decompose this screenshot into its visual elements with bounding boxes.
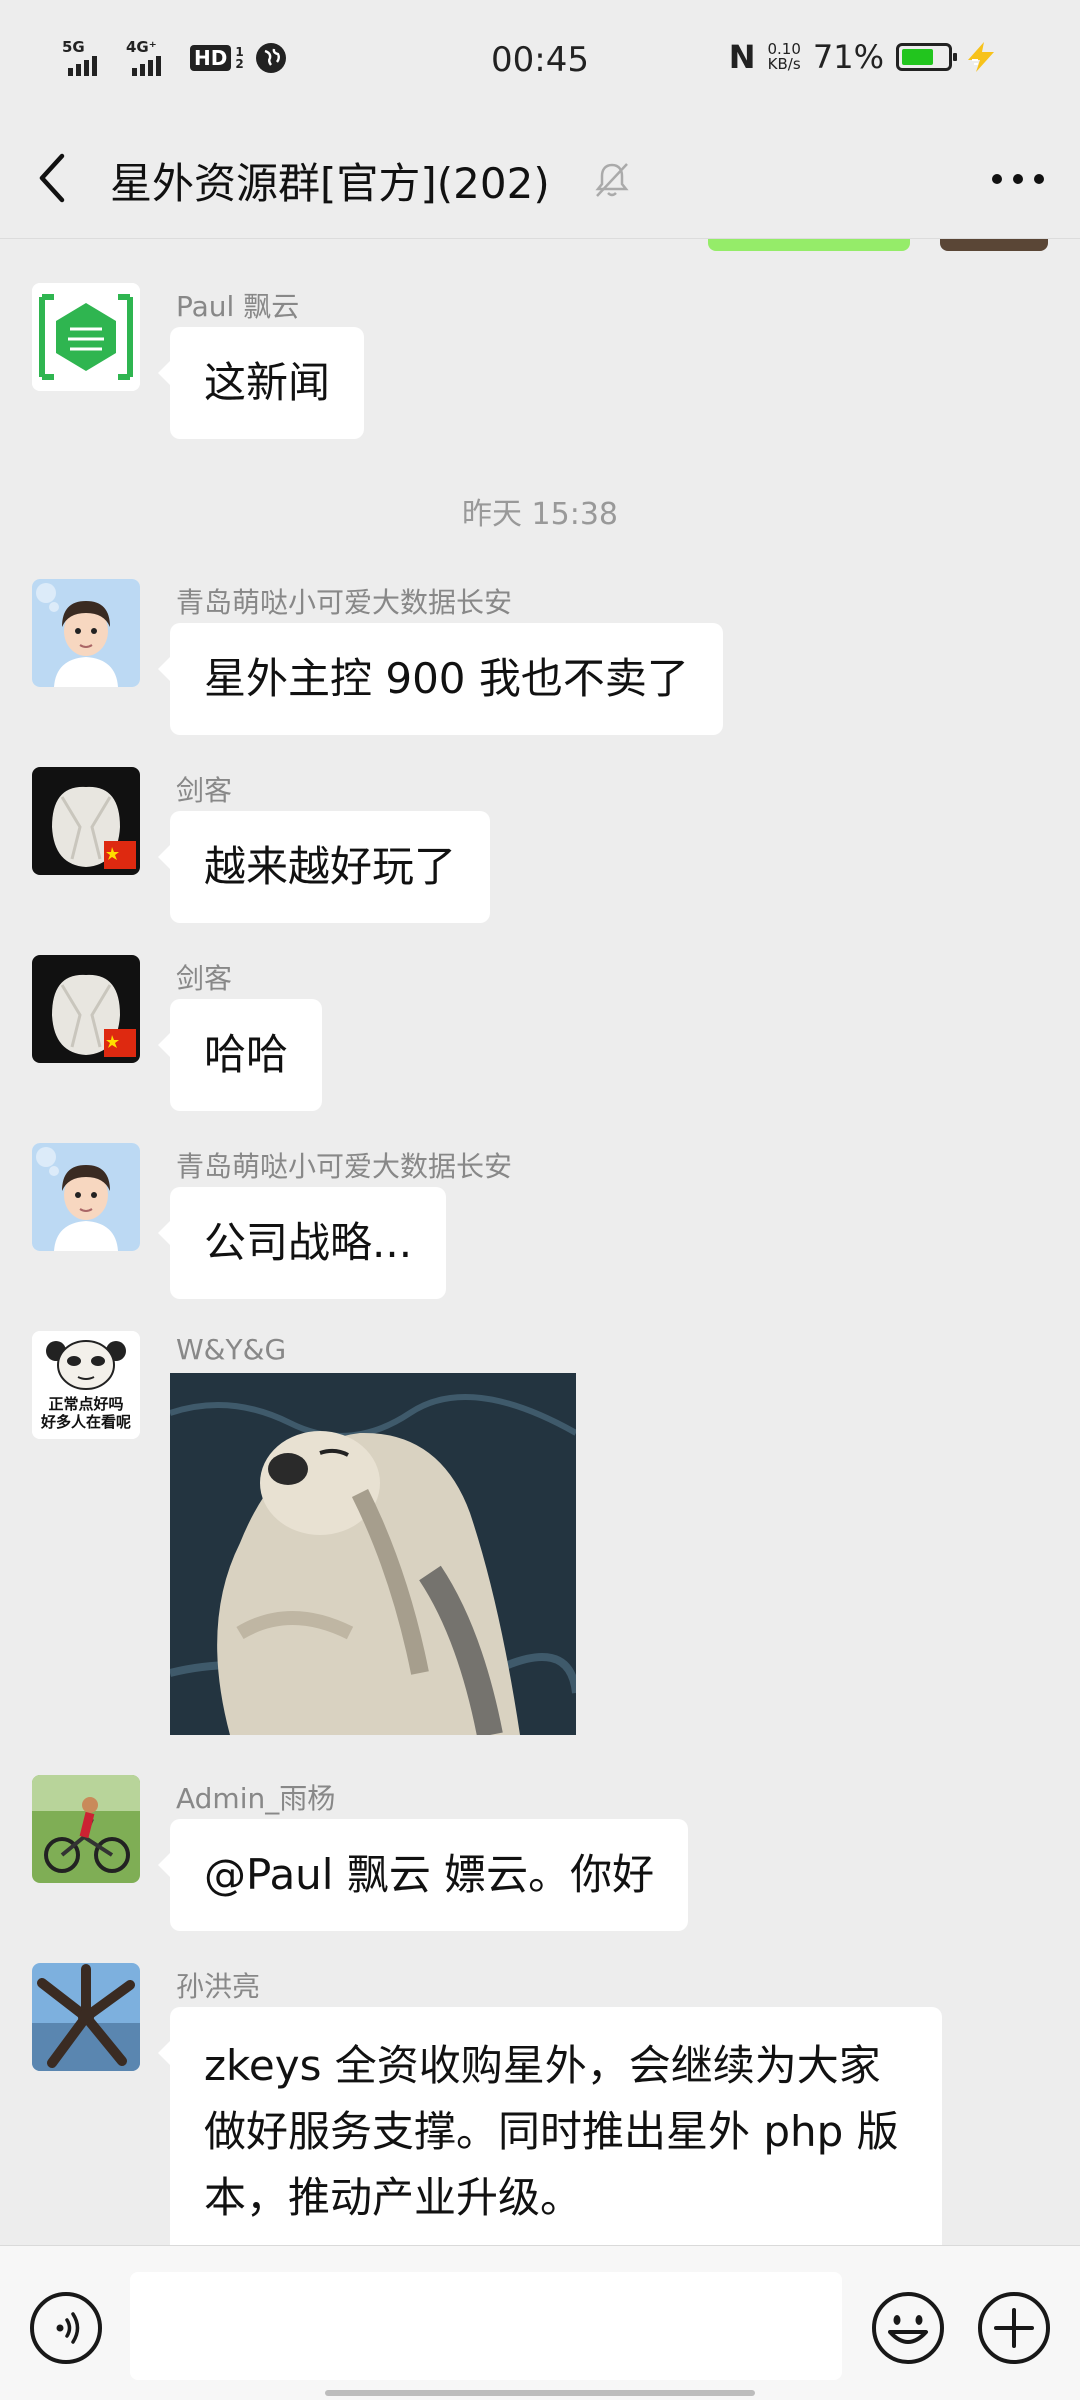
- sender-name: Admin_雨杨: [176, 1782, 336, 1815]
- message-bubble[interactable]: zkeys 全资收购星外，会继续为大家做好服务支撑。同时推出星外 php 版本，…: [158, 2007, 942, 2245]
- voice-wave-icon: [56, 2312, 80, 2344]
- home-indicator[interactable]: [325, 2390, 755, 2396]
- chat-header: 星外资源群[官方](202): [0, 120, 1080, 239]
- avatar[interactable]: [32, 1963, 140, 2071]
- message-list[interactable]: Paul 飘云 这新闻 昨天 15:38 青岛萌哒小可爱大数据长安 星外主控 9…: [0, 239, 1080, 2245]
- own-avatar-partial[interactable]: [940, 239, 1048, 251]
- message-bubble[interactable]: 哈哈: [157, 999, 323, 1111]
- battery-icon: [896, 43, 957, 71]
- message-bubble[interactable]: 越来越好玩了: [157, 811, 491, 923]
- own-message-bubble-partial[interactable]: [708, 239, 910, 251]
- timestamp: 昨天 15:38: [462, 497, 618, 532]
- status-right: N 0.10 KB/s 71%: [729, 38, 998, 76]
- sender-name: 剑客: [176, 962, 233, 995]
- avatar[interactable]: [32, 955, 140, 1063]
- chat-screen: 5G 4G⁺ HD 12 00:45 N 0.10 KB/s 71% 星外资源群…: [0, 0, 1080, 2400]
- chat-title[interactable]: 星外资源群[官方](202): [110, 150, 550, 211]
- status-bar: 5G 4G⁺ HD 12 00:45 N 0.10 KB/s 71%: [0, 0, 1080, 120]
- sender-name: 孙洪亮: [176, 1970, 261, 2003]
- message-bubble[interactable]: @Paul 飘云 嫖云。你好: [157, 1819, 689, 1931]
- add-more-icon[interactable]: [976, 2290, 1052, 2366]
- back-arrow-icon[interactable]: [32, 150, 76, 206]
- message-bubble[interactable]: 这新闻: [157, 327, 365, 439]
- avatar[interactable]: [32, 767, 140, 875]
- more-options-icon[interactable]: [990, 172, 1046, 186]
- avatar[interactable]: [32, 283, 140, 391]
- battery-level-fill: [902, 49, 934, 65]
- charging-bolt-icon: [968, 42, 994, 72]
- battery-percent: 71%: [812, 38, 884, 76]
- message-bubble[interactable]: 公司战略...: [157, 1187, 447, 1299]
- avatar-caption: 正常点好吗: [48, 1395, 124, 1413]
- network-speed: 0.10 KB/s: [767, 40, 801, 73]
- message-input[interactable]: [130, 2272, 842, 2380]
- nfc-icon: N: [728, 38, 756, 76]
- sender-name: 青岛萌哒小可爱大数据长安: [176, 586, 513, 619]
- sender-name: Paul 飘云: [176, 290, 300, 323]
- avatar-caption: 好多人在看呢: [40, 1413, 131, 1431]
- voice-input-button[interactable]: [30, 2292, 102, 2364]
- avatar[interactable]: [32, 1775, 140, 1883]
- sticker-image[interactable]: [170, 1373, 576, 1735]
- mute-bell-icon: [595, 163, 629, 197]
- emoji-icon[interactable]: [870, 2290, 946, 2366]
- avatar[interactable]: 正常点好吗 好多人在看呢: [32, 1331, 140, 1439]
- message-bubble[interactable]: 星外主控 900 我也不卖了: [158, 623, 723, 735]
- sender-name: 剑客: [176, 774, 233, 807]
- sender-name: 青岛萌哒小可爱大数据长安: [176, 1150, 513, 1183]
- chat-input-bar: [0, 2245, 1080, 2400]
- sender-name: W&Y&G: [176, 1333, 287, 1366]
- avatar[interactable]: [32, 1143, 140, 1251]
- avatar[interactable]: [32, 579, 140, 687]
